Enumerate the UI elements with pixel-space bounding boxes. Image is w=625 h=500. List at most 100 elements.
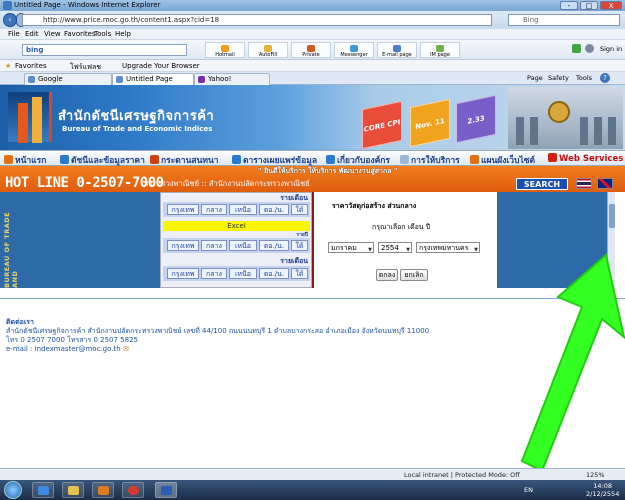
zoom-level[interactable]: 125% [586, 471, 605, 479]
ministry-link[interactable]: กระทรวงพาณิชย์ :: สำนักงานปลัดกระทรวงพาณ… [144, 178, 310, 190]
province-select[interactable]: กรุงเทพมหานคร ▼ [416, 242, 480, 253]
value-cube[interactable]: 2.33 [456, 94, 496, 144]
nav-publish-table[interactable]: ตารางเผยแพร่ข้อมูล [232, 153, 317, 167]
year-select[interactable]: 2554 ▼ [378, 242, 412, 253]
bing-search-box[interactable]: Bing [508, 14, 620, 26]
page-menu[interactable]: Page [527, 74, 543, 82]
thai-flag-icon[interactable] [576, 178, 592, 189]
menu-favorites[interactable]: Favorites [64, 30, 96, 38]
cancel-button[interactable]: ยกเลิก [400, 269, 428, 281]
taskbar-media[interactable] [92, 482, 114, 498]
menu-edit[interactable]: Edit [25, 30, 39, 38]
panel-header: รายเดือน [280, 257, 308, 265]
chevron-down-icon: ▼ [474, 247, 478, 253]
window-title-bar: Untitled Page - Windows Internet Explore… [0, 0, 625, 11]
marquee-text: " ยินดีให้บริการ ให้บริการ พัฒนางานสู่สา… [258, 167, 398, 175]
favorites-button[interactable]: Favorites [15, 62, 47, 70]
menu-tools[interactable]: Tools [94, 30, 111, 38]
email-page-button[interactable]: E-mail page [377, 42, 417, 58]
nav-about[interactable]: เกี่ยวกับองค์กร [326, 153, 390, 167]
region-bangkok-button[interactable]: กรุงเทพ [167, 268, 199, 279]
messenger-button[interactable]: Messenger [334, 42, 374, 58]
star-icon[interactable]: ★ [5, 62, 11, 70]
month-select[interactable]: มกราคม ▼ [328, 242, 374, 253]
menu-file[interactable]: File [8, 30, 20, 38]
taskbar-chrome[interactable] [122, 482, 144, 498]
building-image [508, 87, 623, 149]
tab-yahoo[interactable]: Yahoo! [194, 73, 270, 85]
nav-services[interactable]: การให้บริการ [400, 153, 460, 167]
hotmail-button[interactable]: Hotmail [205, 42, 245, 58]
price-form-panel: ราคาวัสดุก่อสร้าง ส่วนกลาง กรุณาเลือก เด… [312, 192, 497, 288]
close-button[interactable]: X [600, 1, 622, 10]
minimize-button[interactable]: - [560, 1, 578, 10]
ok-button[interactable]: ตกลง [376, 269, 398, 281]
region-bangkok-button[interactable]: กรุงเทพ [167, 240, 199, 251]
nav-forum[interactable]: กระดานสนทนา [150, 153, 219, 167]
language-indicator[interactable]: EN [524, 486, 533, 494]
im-page-button[interactable]: IM page [420, 42, 460, 58]
status-bar: Local intranet | Protected Mode: Off 125… [0, 468, 625, 480]
region-north-button[interactable]: เหนือ [229, 240, 257, 251]
chart-icon [60, 155, 69, 164]
site-banner: สำนักดัชนีเศรษฐกิจการค้า Bureau of Trade… [0, 85, 625, 150]
nav-home[interactable]: หน้าแรก [4, 153, 46, 167]
safety-menu[interactable]: Safety [548, 74, 569, 82]
nav-price-index[interactable]: ดัชนีและข้อมูลราคา [60, 153, 145, 167]
region-bangkok-button[interactable]: กรุงเทพ [167, 204, 199, 215]
folder-icon [68, 486, 79, 495]
address-bar[interactable]: http://www.price.moc.go.th/content1.aspx… [22, 14, 492, 26]
left-sidebar: BUREAU OF TRADE AND [0, 192, 160, 288]
back-button[interactable]: ‹ [3, 13, 17, 27]
region-north-button[interactable]: เหนือ [229, 268, 257, 279]
home-icon [4, 155, 13, 164]
nav-sitemap[interactable]: แผนผังเว็บไซต์ [470, 153, 535, 167]
signin-link[interactable]: Sign in [600, 45, 622, 53]
region-row: กรุงเทพ กลาง เหนือ ตอ./น. ใต้ [163, 266, 310, 281]
region-central-button[interactable]: กลาง [201, 268, 227, 279]
maximize-button[interactable]: □ [580, 1, 598, 10]
scrollbar-thumb[interactable] [609, 204, 615, 228]
region-northeast-button[interactable]: ตอ./น. [259, 240, 289, 251]
region-north-button[interactable]: เหนือ [229, 204, 257, 215]
tab-bar: Google Untitled Page Yahoo! Page Safety … [0, 72, 625, 85]
help-icon[interactable]: ? [600, 73, 610, 83]
contact-email[interactable]: e-mail : indexmaster@moc.go.th ✉ [6, 345, 476, 354]
region-central-button[interactable]: กลาง [201, 240, 227, 251]
green-arrow-annotation [520, 253, 625, 473]
menu-help[interactable]: Help [115, 30, 131, 38]
system-clock[interactable]: 14:08 2/12/2554 [586, 482, 619, 498]
menu-view[interactable]: View [44, 30, 61, 38]
start-button[interactable] [4, 481, 22, 499]
contact-section: ติดต่อเรา สำนักดัชนีเศรษฐกิจการค้า สำนัก… [6, 318, 476, 363]
region-south-button[interactable]: ใต้ [291, 204, 308, 215]
region-row: กรุงเทพ กลาง เหนือ ตอ./น. ใต้ [163, 202, 310, 217]
taskbar-ie[interactable] [32, 482, 54, 498]
region-central-button[interactable]: กลาง [201, 204, 227, 215]
contact-address: สำนักดัชนีเศรษฐกิจการค้า สำนักงานปลัดกระ… [6, 327, 430, 335]
tab-untitled-page[interactable]: Untitled Page [112, 73, 194, 85]
taskbar-explorer[interactable] [62, 482, 84, 498]
shield-icon[interactable] [572, 44, 581, 53]
core-cpi-cube[interactable]: CORE CPI [362, 100, 402, 150]
favorites-item[interactable]: Upgrade Your Browser [122, 62, 200, 70]
region-northeast-button[interactable]: ตอ./น. [259, 204, 289, 215]
region-northeast-button[interactable]: ตอ./น. [259, 268, 289, 279]
gear-icon[interactable] [585, 44, 594, 53]
uk-flag-icon[interactable] [597, 178, 613, 189]
bing-toolbar-search[interactable]: bing [22, 44, 187, 56]
autofill-button[interactable]: AutoFill [248, 42, 288, 58]
search-button[interactable]: SEARCH [516, 178, 568, 190]
taskbar-word[interactable] [155, 482, 177, 498]
yahoo-icon [198, 76, 205, 83]
region-south-button[interactable]: ใต้ [291, 240, 308, 251]
site-subtitle: Bureau of Trade and Economic Indices [62, 125, 213, 133]
date-cube[interactable]: Nov. 11 [410, 98, 450, 148]
nav-web-services[interactable]: Web Services [548, 153, 623, 164]
region-south-button[interactable]: ใต้ [291, 268, 308, 279]
tab-google[interactable]: Google [24, 73, 112, 85]
tools-menu[interactable]: Tools [576, 74, 592, 82]
logo-bar [32, 97, 42, 143]
contact-phone: โทร 0 2507 7000 โทรสาร 0 2507 5825 [6, 336, 138, 344]
private-button[interactable]: Private [291, 42, 331, 58]
